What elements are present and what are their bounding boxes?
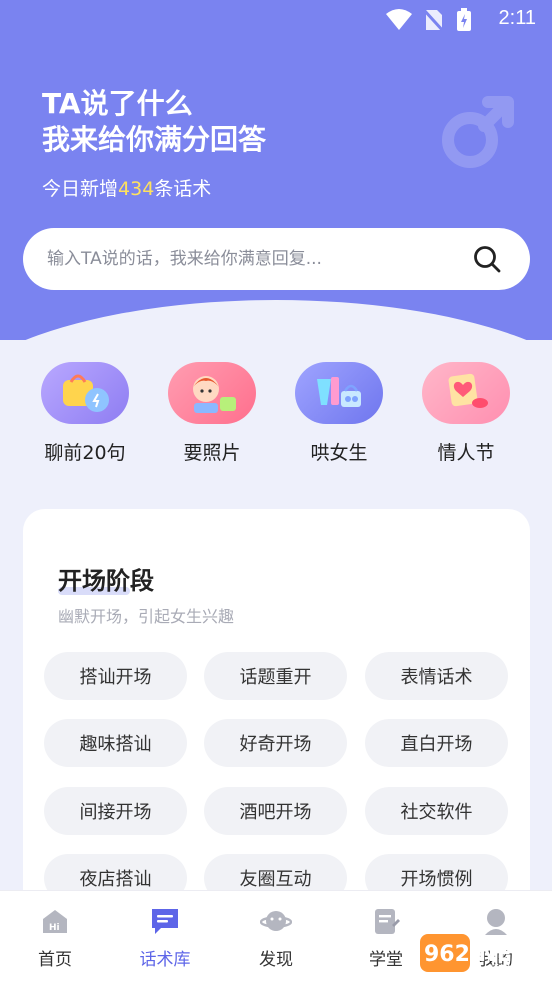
- category-row: 聊前20句 要照片 哄女生 情人节: [0, 362, 552, 472]
- hero-title-line2: 我来给你满分回答: [42, 123, 267, 156]
- gifts-icon: [295, 362, 383, 424]
- tag-chip[interactable]: 酒吧开场: [204, 787, 347, 835]
- tab-library[interactable]: 话术库: [120, 905, 210, 970]
- tab-label: 发现: [259, 950, 293, 970]
- search-input[interactable]: [47, 249, 472, 269]
- hero-title-line1: TA说了什么: [42, 87, 193, 120]
- status-time: 2:11: [498, 7, 536, 29]
- tag-chip[interactable]: 社交软件: [365, 787, 508, 835]
- tab-label: 学堂: [369, 950, 403, 970]
- chat-library-icon: [152, 909, 178, 934]
- girl-photo-icon: [168, 362, 256, 424]
- category-photo[interactable]: 要照片: [162, 362, 262, 465]
- valentine-card-icon: [422, 362, 510, 424]
- subtitle-suffix: 条话术: [154, 178, 212, 200]
- new-count: 434: [118, 178, 155, 200]
- site-watermark-logo: 962.NET 乐游网: [420, 934, 527, 976]
- male-symbol-icon: [442, 96, 514, 168]
- tab-label: 首页: [38, 950, 72, 970]
- category-chat20[interactable]: 聊前20句: [35, 362, 135, 465]
- notebook-icon: [375, 909, 400, 934]
- tag-chip[interactable]: 话题重开: [204, 652, 347, 700]
- no-sim-icon: [424, 8, 444, 32]
- watermark-sub: 乐游网: [488, 963, 524, 976]
- status-bar: 2:11: [0, 0, 552, 40]
- tab-academy[interactable]: 学堂: [341, 905, 431, 970]
- search-icon[interactable]: [472, 244, 502, 274]
- hero-subtitle: 今日新增434条话术: [42, 174, 211, 201]
- hero-title: TA说了什么 我来给你满分回答: [42, 86, 266, 158]
- chat-bag-icon: [41, 362, 129, 424]
- category-label: 情人节: [437, 442, 495, 464]
- tag-chip[interactable]: 趣味搭讪: [44, 719, 187, 767]
- tag-chip[interactable]: 直白开场: [365, 719, 508, 767]
- tag-chip[interactable]: 表情话术: [365, 652, 508, 700]
- wifi-icon: [386, 9, 412, 30]
- stage-subtitle: 幽默开场，引起女生兴趣: [58, 607, 235, 626]
- category-label: 哄女生: [310, 442, 368, 464]
- category-valentine[interactable]: 情人节: [416, 362, 516, 465]
- tab-label: 话术库: [139, 950, 191, 970]
- stage-title: 开场阶段: [58, 567, 154, 595]
- category-coax[interactable]: 哄女生: [289, 362, 389, 465]
- tab-discover[interactable]: 发现: [231, 905, 321, 970]
- subtitle-prefix: 今日新增: [42, 178, 119, 200]
- tab-home[interactable]: Hi 首页: [10, 905, 100, 970]
- planet-icon: [259, 911, 293, 931]
- svg-text:Hi: Hi: [49, 923, 60, 933]
- tag-chip[interactable]: 搭讪开场: [44, 652, 187, 700]
- battery-charging-icon: [457, 8, 471, 31]
- category-label: 聊前20句: [44, 442, 126, 464]
- category-label: 要照片: [183, 442, 241, 464]
- search-bar[interactable]: [23, 228, 530, 290]
- stage-card: 开场阶段 幽默开场，引起女生兴趣 搭讪开场 话题重开 表情话术 趣味搭讪 好奇开…: [23, 509, 530, 929]
- tag-chip[interactable]: 间接开场: [44, 787, 187, 835]
- tag-chip[interactable]: 好奇开场: [204, 719, 347, 767]
- home-hi-icon: Hi: [43, 910, 67, 933]
